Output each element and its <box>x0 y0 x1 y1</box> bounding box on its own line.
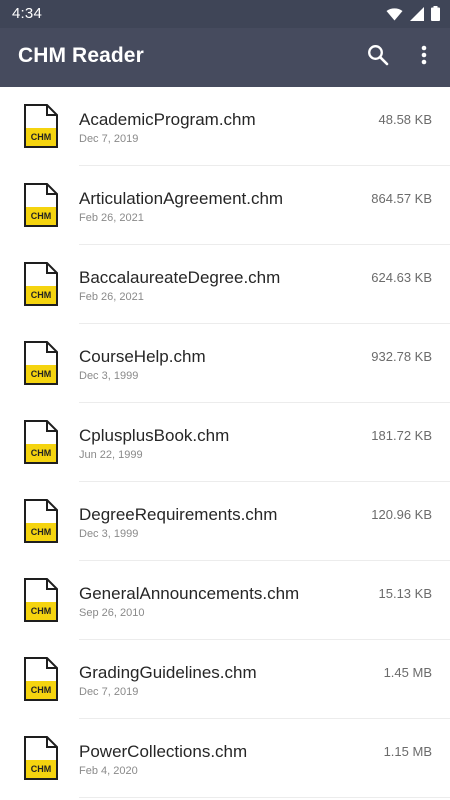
file-row[interactable]: CHM CplusplusBook.chm Jun 22, 1999 181.72 K… <box>0 403 450 482</box>
chm-file-icon: CHM <box>23 499 59 543</box>
screen: 4:34 CHM Reader CHM AcademicProgram.chm … <box>0 0 450 800</box>
file-row[interactable]: CHM DegreeRequirements.chm Dec 3, 1999 120.… <box>0 482 450 561</box>
wifi-icon <box>386 7 403 26</box>
file-row[interactable]: CHM GeneralAnnouncements.chm Sep 26, 2010 1… <box>0 561 450 640</box>
app-bar: CHM Reader <box>0 28 450 87</box>
cellular-signal-icon <box>410 6 424 26</box>
file-size: 48.58 KB <box>378 112 433 127</box>
chm-file-icon: CHM <box>23 183 59 227</box>
status-time: 4:34 <box>12 5 42 22</box>
file-list: CHM AcademicProgram.chm Dec 7, 2019 48.58 K… <box>0 87 450 800</box>
file-icon-label: CHM <box>30 132 52 142</box>
file-date: Jun 22, 1999 <box>79 449 143 461</box>
file-size: 932.78 KB <box>371 349 432 364</box>
app-actions <box>362 41 440 73</box>
file-icon-label: CHM <box>30 606 52 616</box>
chm-file-icon: CHM <box>23 104 59 148</box>
file-date: Feb 4, 2020 <box>79 765 138 777</box>
chm-file-icon: CHM <box>23 262 59 306</box>
file-name: ArticulationAgreement.chm <box>79 189 284 208</box>
file-row[interactable]: CHM ArticulationAgreement.chm Feb 26, 2021… <box>0 166 450 245</box>
file-row[interactable]: CHM GradingGuidelines.chm Dec 7, 2019 1.45 … <box>0 640 450 719</box>
file-size: 181.72 KB <box>371 428 432 443</box>
file-icon-label: CHM <box>30 527 52 537</box>
more-vert-icon <box>421 45 427 70</box>
file-icon-label: CHM <box>30 369 52 379</box>
chm-file-icon: CHM <box>23 420 59 464</box>
file-row[interactable]: CHM CourseHelp.chm Dec 3, 1999 932.78 KB <box>0 324 450 403</box>
file-size: 120.96 KB <box>371 507 432 522</box>
file-name: GradingGuidelines.chm <box>79 663 257 682</box>
file-date: Feb 26, 2021 <box>79 212 144 224</box>
file-icon-label: CHM <box>30 448 52 458</box>
file-date: Dec 3, 1999 <box>79 370 139 382</box>
chm-file-icon: CHM <box>23 657 59 701</box>
file-icon-label: CHM <box>30 290 52 300</box>
battery-icon <box>431 6 440 26</box>
file-name: BaccalaureateDegree.chm <box>79 268 281 287</box>
file-date: Feb 26, 2021 <box>79 291 144 303</box>
file-date: Dec 7, 2019 <box>79 686 139 698</box>
file-row[interactable]: CHM AcademicProgram.chm Dec 7, 2019 48.58 K… <box>0 87 450 166</box>
file-name: GeneralAnnouncements.chm <box>79 584 300 603</box>
file-name: AcademicProgram.chm <box>79 110 256 129</box>
file-size: 864.57 KB <box>371 191 432 206</box>
file-icon-label: CHM <box>30 211 52 221</box>
search-button[interactable] <box>362 41 394 73</box>
file-size: 15.13 KB <box>378 586 433 601</box>
file-name: PowerCollections.chm <box>79 742 248 761</box>
status-icons <box>386 6 440 26</box>
file-size: 624.63 KB <box>371 270 432 285</box>
file-icon-label: CHM <box>30 764 52 774</box>
search-icon <box>367 44 389 71</box>
chm-file-icon: CHM <box>23 341 59 385</box>
file-icon-label: CHM <box>30 685 52 695</box>
file-row[interactable]: CHM BaccalaureateDegree.chm Feb 26, 2021 62… <box>0 245 450 324</box>
chm-file-icon: CHM <box>23 736 59 780</box>
file-size: 1.45 MB <box>383 665 432 680</box>
file-name: DegreeRequirements.chm <box>79 505 278 524</box>
status-bar: 4:34 <box>0 0 450 28</box>
app-title: CHM Reader <box>18 44 144 67</box>
file-date: Sep 26, 2010 <box>79 607 145 619</box>
file-size: 1.15 MB <box>383 744 432 759</box>
file-name: CplusplusBook.chm <box>79 426 230 445</box>
file-date: Dec 7, 2019 <box>79 133 139 145</box>
more-options-button[interactable] <box>408 41 440 73</box>
file-date: Dec 3, 1999 <box>79 528 139 540</box>
file-name: CourseHelp.chm <box>79 347 206 366</box>
file-row[interactable]: CHM PowerCollections.chm Feb 4, 2020 1.15 M… <box>0 719 450 798</box>
chm-file-icon: CHM <box>23 578 59 622</box>
